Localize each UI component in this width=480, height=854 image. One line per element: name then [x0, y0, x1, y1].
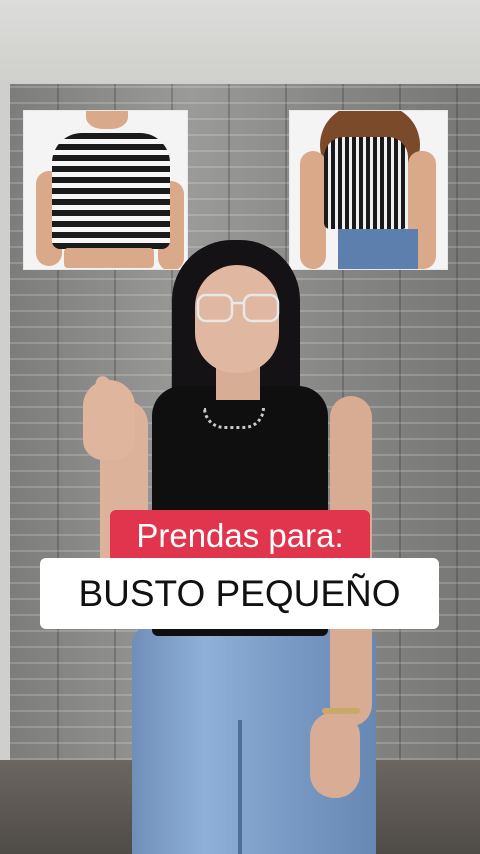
striped-halter	[324, 137, 408, 229]
glasses-icon	[196, 293, 280, 323]
wall-edge	[0, 84, 10, 760]
caption-line-1: Prendas para:	[110, 510, 370, 562]
model-midriff	[64, 248, 154, 268]
model-neck	[86, 111, 128, 129]
striped-crop-top-image	[23, 110, 188, 270]
striped-halter-top-image	[289, 110, 448, 270]
model-jeans	[338, 229, 418, 269]
jeans-seam	[238, 720, 242, 854]
bracelet	[322, 708, 360, 714]
model-arm-left	[300, 151, 326, 269]
right-hand	[310, 712, 360, 798]
caption-line-2: BUSTO PEQUEÑO	[40, 558, 439, 629]
striped-shirt	[52, 133, 170, 249]
ceiling	[0, 0, 480, 84]
